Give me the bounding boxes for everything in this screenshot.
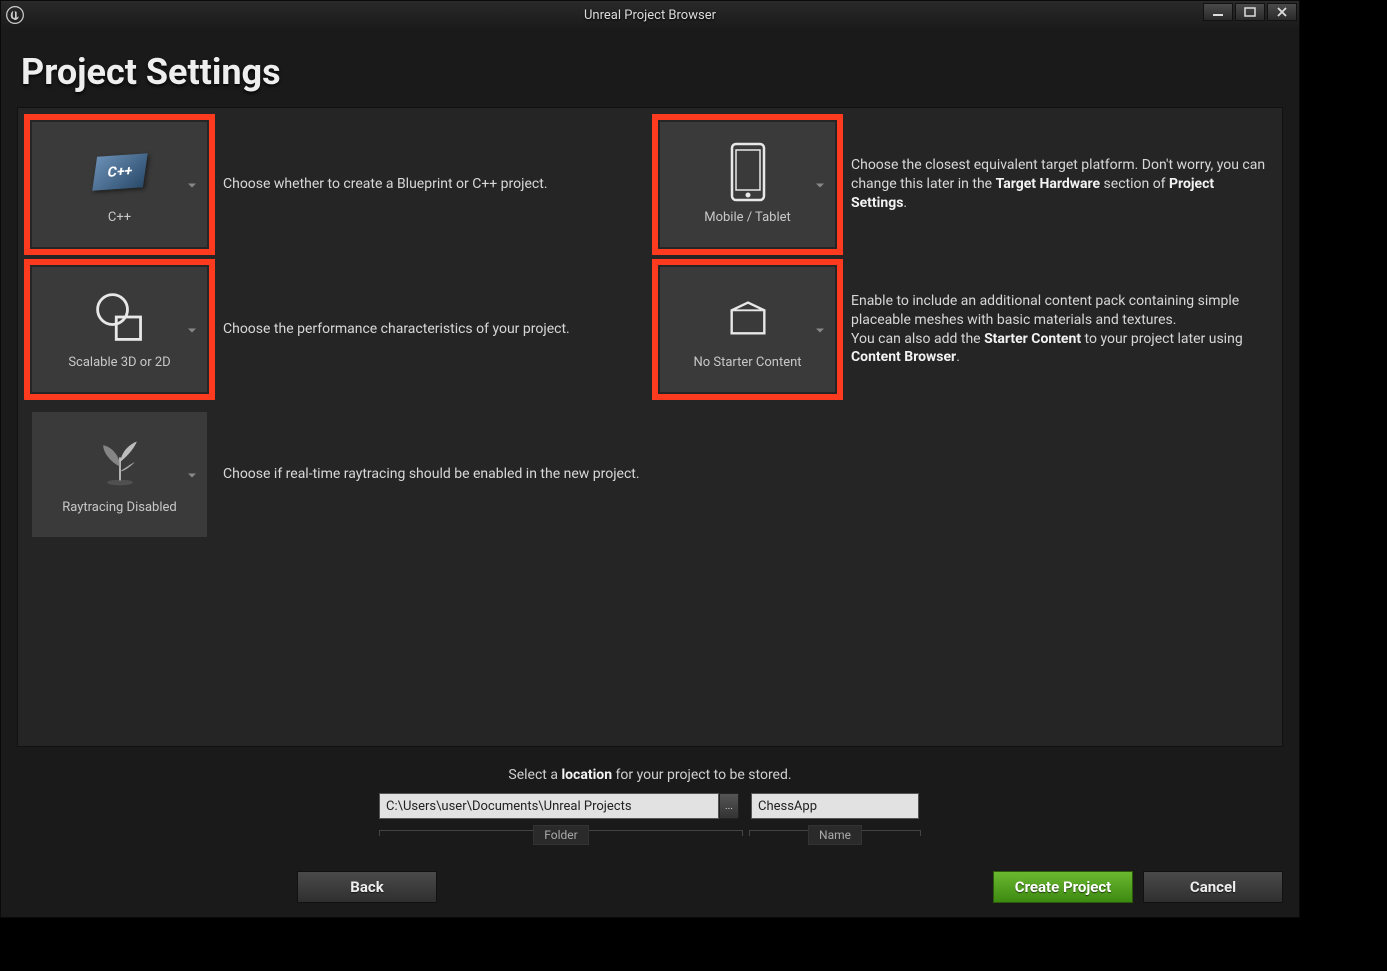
- raytracing-dropdown[interactable]: Raytracing Disabled: [32, 412, 207, 537]
- folder-caption: Folder: [533, 825, 588, 845]
- page-title: Project Settings: [1, 29, 1299, 107]
- close-button[interactable]: [1267, 3, 1297, 21]
- window-controls: [1203, 3, 1297, 21]
- box-icon: [720, 289, 776, 345]
- name-caption: Name: [808, 825, 862, 845]
- window-title: Unreal Project Browser: [584, 8, 716, 23]
- footer: Select a location for your project to be…: [1, 755, 1299, 917]
- platform-dropdown[interactable]: Mobile / Tablet: [660, 122, 835, 247]
- quality-label: Scalable 3D or 2D: [68, 355, 170, 370]
- project-browser-window: Unreal Project Browser Project Settings …: [0, 0, 1300, 918]
- chevron-down-icon: [187, 175, 197, 194]
- project-type-desc: Choose whether to create a Blueprint or …: [223, 175, 640, 194]
- cancel-button[interactable]: Cancel: [1143, 871, 1283, 903]
- setting-row-quality: Scalable 3D or 2D Choose the performance…: [32, 267, 640, 392]
- starter-label: No Starter Content: [693, 355, 801, 370]
- starter-desc: Enable to include an additional content …: [851, 292, 1268, 368]
- platform-desc: Choose the closest equivalent target pla…: [851, 156, 1268, 213]
- mobile-icon: [720, 144, 776, 200]
- location-prompt: Select a location for your project to be…: [17, 767, 1283, 783]
- browse-folder-button[interactable]: ...: [719, 793, 739, 819]
- chevron-down-icon: [815, 320, 825, 339]
- chevron-down-icon: [187, 320, 197, 339]
- name-input[interactable]: [751, 793, 919, 819]
- raytracing-label: Raytracing Disabled: [62, 500, 176, 515]
- chevron-down-icon: [187, 465, 197, 484]
- platform-label: Mobile / Tablet: [704, 210, 791, 225]
- setting-row-project-type: C++ C++ Choose whether to create a Bluep…: [32, 122, 640, 247]
- folder-input[interactable]: [379, 793, 719, 819]
- back-button[interactable]: Back: [297, 871, 437, 903]
- create-project-button[interactable]: Create Project: [993, 871, 1133, 903]
- titlebar: Unreal Project Browser: [1, 1, 1299, 29]
- chevron-down-icon: [815, 175, 825, 194]
- minimize-button[interactable]: [1203, 3, 1233, 21]
- raytracing-desc: Choose if real-time raytracing should be…: [223, 465, 640, 484]
- quality-dropdown[interactable]: Scalable 3D or 2D: [32, 267, 207, 392]
- setting-row-starter: No Starter Content Enable to include an …: [660, 267, 1268, 392]
- quality-desc: Choose the performance characteristics o…: [223, 320, 640, 339]
- unreal-logo-icon: [1, 1, 29, 29]
- project-type-dropdown[interactable]: C++ C++: [32, 122, 207, 247]
- starter-dropdown[interactable]: No Starter Content: [660, 267, 835, 392]
- settings-panel: C++ C++ Choose whether to create a Bluep…: [17, 107, 1283, 747]
- project-type-label: C++: [108, 210, 131, 225]
- shapes-icon: [92, 289, 148, 345]
- plant-icon: [92, 434, 148, 490]
- cpp-icon: C++: [92, 144, 148, 200]
- maximize-button[interactable]: [1235, 3, 1265, 21]
- setting-row-platform: Mobile / Tablet Choose the closest equiv…: [660, 122, 1268, 247]
- setting-row-raytracing: Raytracing Disabled Choose if real-time …: [32, 412, 640, 537]
